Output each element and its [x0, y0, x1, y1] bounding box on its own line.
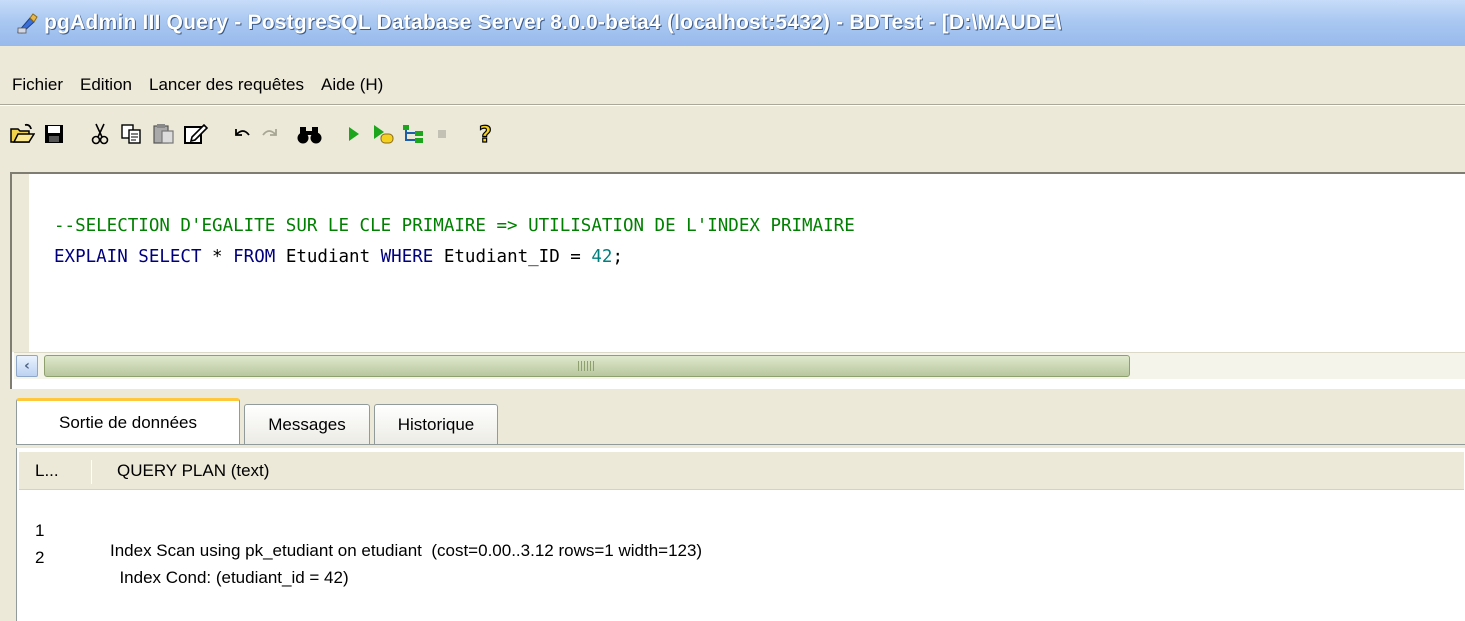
sql-table: Etudiant [275, 247, 381, 267]
scroll-left-icon[interactable]: ‹ [16, 355, 38, 377]
toolbar: ? [0, 112, 1465, 156]
scrollbar-thumb[interactable] [44, 355, 1130, 377]
execute-to-file-icon[interactable] [370, 120, 398, 148]
stop-icon [428, 120, 456, 148]
find-icon[interactable] [296, 120, 324, 148]
menu-bar: Fichier Edition Lancer des requêtes Aide… [0, 66, 1465, 104]
explain-icon[interactable] [400, 120, 428, 148]
column-header-line[interactable]: L... [35, 461, 59, 481]
cut-icon[interactable] [86, 120, 114, 148]
svg-text:?: ? [479, 123, 492, 147]
row-plan-text: Index Scan using pk_etudiant on etudiant… [110, 541, 703, 560]
menu-lancer-requetes[interactable]: Lancer des requêtes [149, 75, 304, 95]
sql-keyword: EXPLAIN SELECT [54, 247, 202, 267]
tab-panel-border [16, 444, 1465, 445]
scroll-grip-icon [578, 361, 596, 371]
sql-statement-line: EXPLAIN SELECT * FROM Etudiant WHERE Etu… [54, 247, 623, 267]
paste-icon[interactable] [150, 120, 178, 148]
column-header-query-plan[interactable]: QUERY PLAN (text) [117, 461, 269, 481]
menu-fichier[interactable]: Fichier [12, 75, 63, 95]
help-icon[interactable]: ? [472, 120, 500, 148]
sql-star: * [201, 247, 234, 267]
sql-editor[interactable]: --SELECTION D'EGALITE SUR LE CLE PRIMAIR… [10, 172, 1465, 389]
menu-aide[interactable]: Aide (H) [321, 75, 383, 95]
column-divider[interactable] [91, 460, 92, 484]
row-plan-text: Index Cond: (etudiant_id = 42) [110, 568, 349, 587]
sql-condition: Etudiant_ID = [433, 247, 592, 267]
pgadmin-app-icon [16, 12, 38, 34]
row-number: 1 [35, 521, 45, 540]
editor-margin [12, 174, 29, 352]
sql-semicolon: ; [612, 247, 623, 267]
edit-icon[interactable] [182, 120, 210, 148]
open-icon[interactable] [8, 120, 36, 148]
grid-header: L... QUERY PLAN (text) [19, 452, 1464, 490]
sql-keyword-from: FROM [233, 247, 276, 267]
save-icon[interactable] [40, 120, 68, 148]
window-title: pgAdmin III Query - PostgreSQL Database … [44, 11, 1062, 34]
row-number: 2 [35, 548, 45, 567]
horizontal-scrollbar[interactable]: ‹ [14, 352, 1465, 379]
sql-number: 42 [591, 247, 613, 267]
tab-sortie-de-donnees[interactable]: Sortie de données [16, 398, 240, 444]
query-plan-grid[interactable]: L... QUERY PLAN (text) 1 Index Scan usin… [16, 448, 1465, 621]
undo-icon[interactable] [228, 120, 256, 148]
execute-icon[interactable] [340, 120, 368, 148]
copy-icon[interactable] [118, 120, 146, 148]
sql-keyword-where: WHERE [380, 247, 434, 267]
title-bar[interactable]: pgAdmin III Query - PostgreSQL Database … [0, 0, 1465, 46]
table-row[interactable]: 2 Index Cond: (etudiant_id = 42) [17, 528, 349, 608]
tab-historique[interactable]: Historique [374, 404, 498, 444]
menu-edition[interactable]: Edition [80, 75, 132, 95]
redo-icon [256, 120, 284, 148]
menu-separator [0, 104, 1465, 106]
sql-comment-line: --SELECTION D'EGALITE SUR LE CLE PRIMAIR… [54, 216, 855, 236]
tab-messages[interactable]: Messages [244, 404, 370, 444]
